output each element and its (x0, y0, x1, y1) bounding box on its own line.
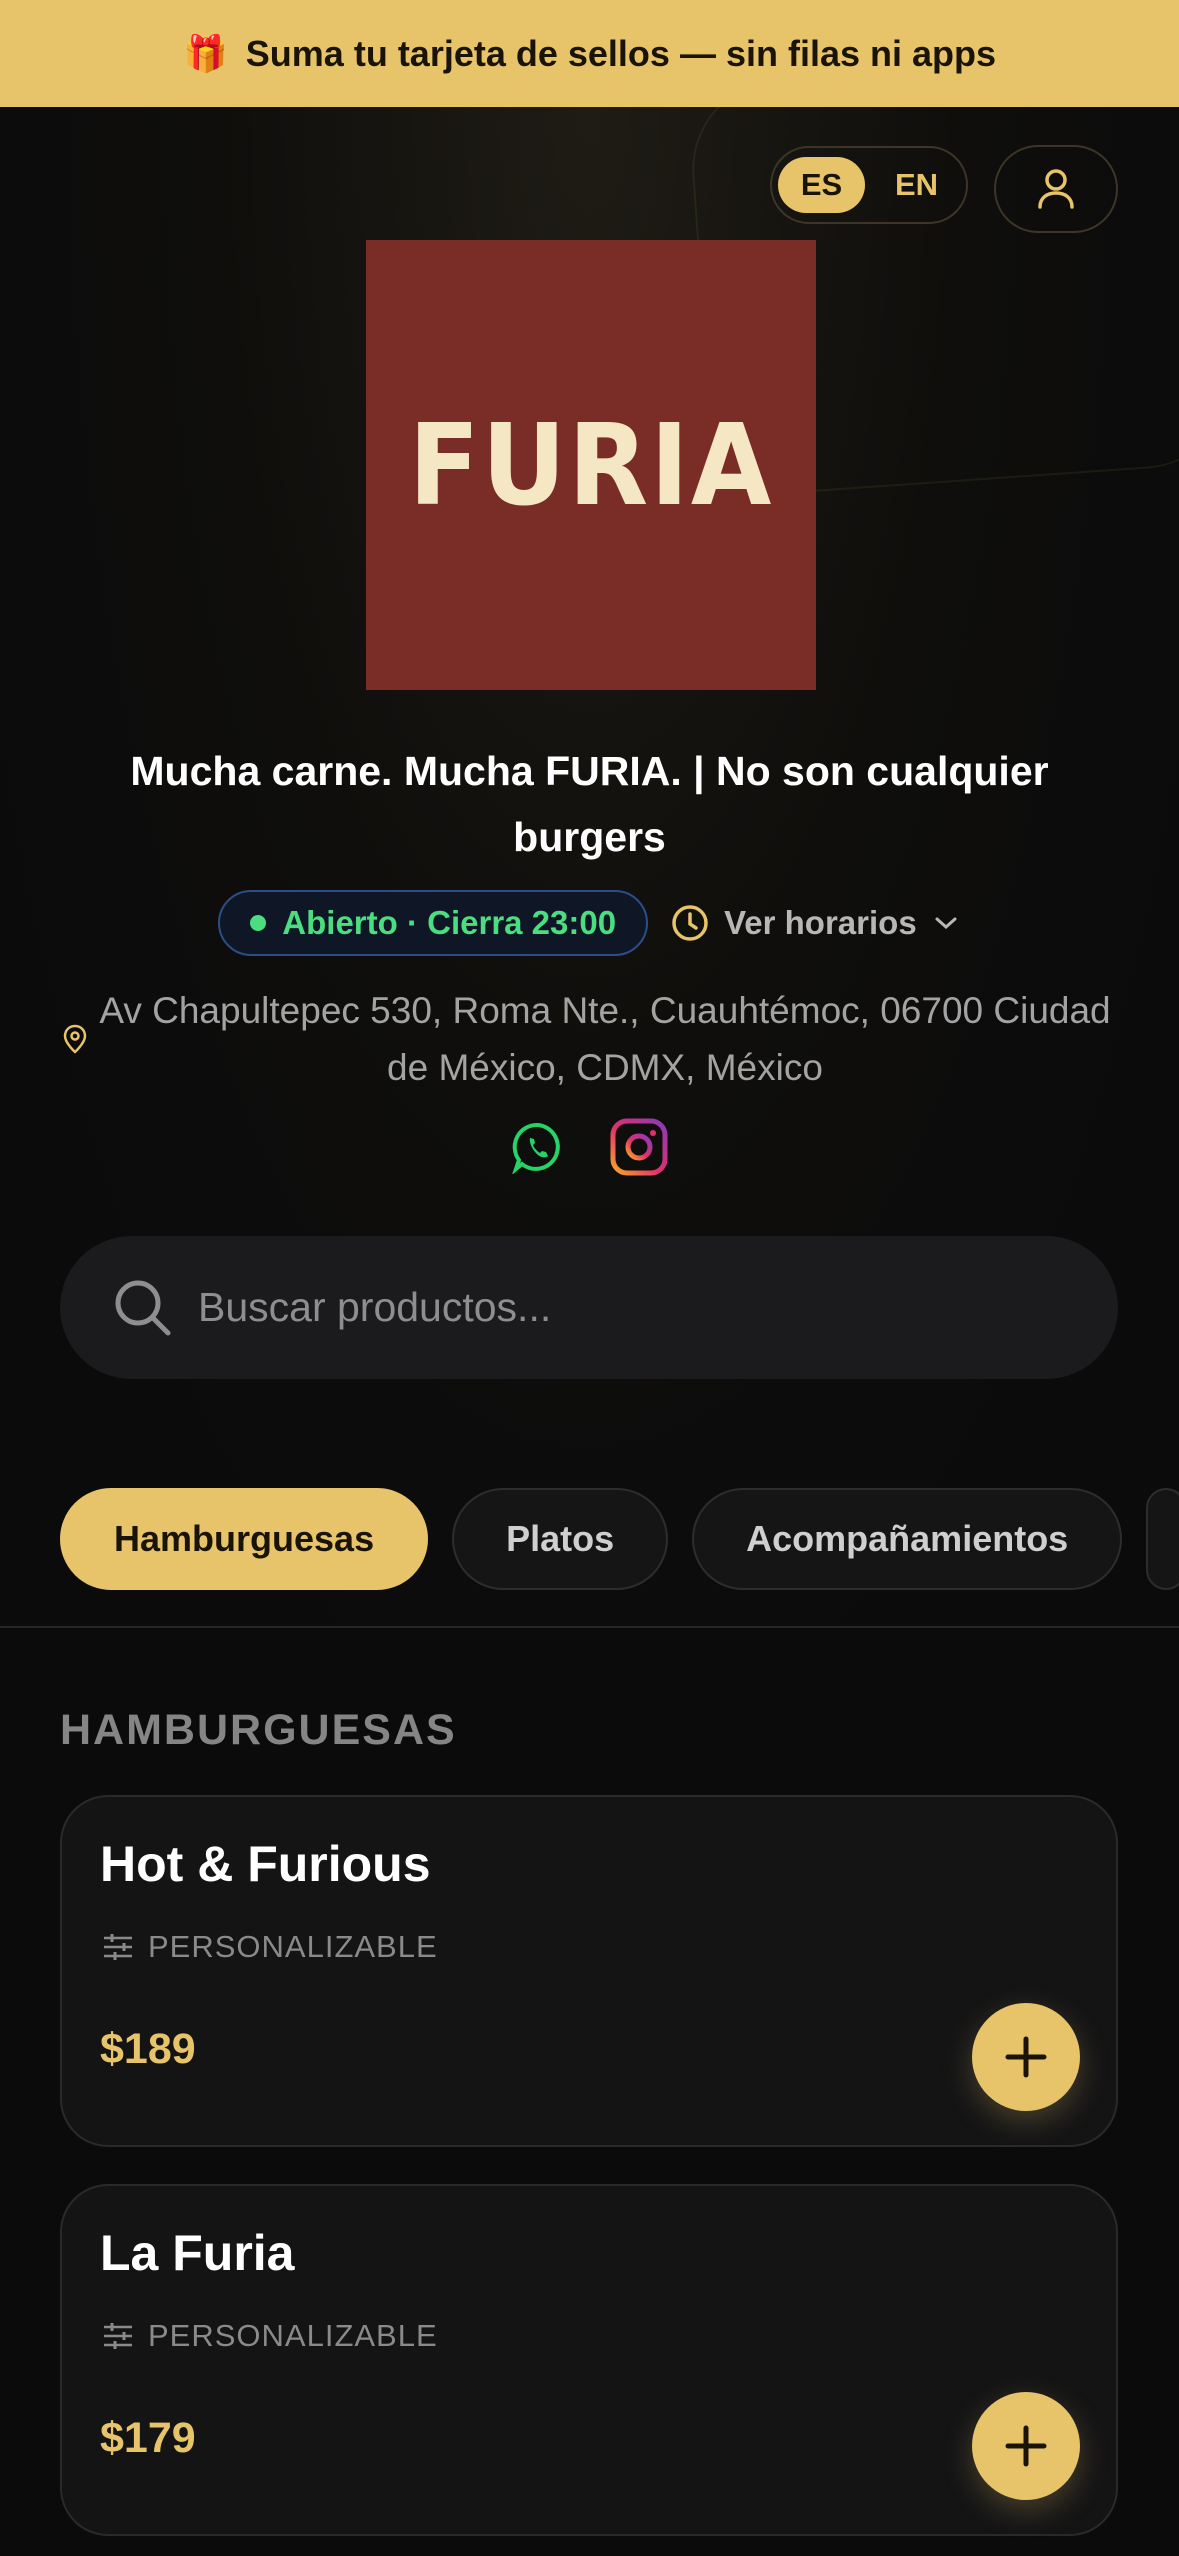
logo-text: FURIA (408, 399, 774, 531)
divider (0, 1626, 1179, 1628)
plus-icon (1005, 2425, 1047, 2467)
chevron-down-icon (935, 917, 957, 930)
product-card[interactable]: La Furia PERSONALIZABLE $179 (60, 2184, 1118, 2536)
address-row[interactable]: Av Chapultepec 530, Roma Nte., Cuauhtémo… (60, 982, 1120, 1096)
restaurant-tagline: Mucha carne. Mucha FURIA. | No son cualq… (130, 748, 1049, 860)
search-input[interactable] (196, 1283, 1060, 1332)
tab-hamburguesas[interactable]: Hamburguesas (60, 1488, 429, 1590)
whatsapp-icon[interactable] (511, 1120, 565, 1174)
plus-icon (1005, 2036, 1047, 2078)
add-to-cart-button[interactable] (972, 2392, 1080, 2500)
promo-banner[interactable]: 🎁 Suma tu tarjeta de sellos — sin filas … (0, 0, 1179, 107)
tab-platos[interactable]: Platos (452, 1488, 669, 1590)
customizable-label: PERSONALIZABLE (148, 1929, 438, 1964)
view-hours-label: Ver horarios (724, 904, 917, 941)
address-text: Av Chapultepec 530, Roma Nte., Cuauhtémo… (99, 990, 1111, 1088)
location-pin-icon (63, 1024, 87, 1054)
customizable-tag: PERSONALIZABLE (102, 1929, 438, 1965)
user-icon (1038, 169, 1074, 209)
product-name: La Furia (100, 2225, 295, 2281)
instagram-icon[interactable] (609, 1117, 669, 1177)
gift-icon: 🎁 (182, 32, 228, 74)
search-bar[interactable] (60, 1236, 1118, 1379)
tab-acompanamientos[interactable]: Acompañamientos (692, 1488, 1123, 1590)
status-dot (250, 915, 267, 931)
customizable-label: PERSONALIZABLE (148, 2318, 438, 2353)
language-option-en[interactable]: EN (873, 157, 960, 213)
view-hours-button[interactable]: Ver horarios (670, 903, 961, 943)
section-title: HAMBURGUESAS (60, 1706, 457, 1754)
tab-more[interactable] (1146, 1488, 1179, 1590)
open-status-text: Abierto · Cierra 23:00 (282, 904, 617, 941)
promo-banner-text: Suma tu tarjeta de sellos — sin filas ni… (245, 32, 997, 74)
language-option-es[interactable]: ES (778, 157, 865, 213)
status-row: Abierto · Cierra 23:00 Ver horarios (0, 888, 1179, 958)
sliders-icon (104, 2323, 132, 2349)
product-price: $179 (100, 2414, 196, 2462)
clock-icon (672, 905, 708, 941)
category-tabs: Hamburguesas Platos Acompañamientos (60, 1488, 1179, 1590)
open-status-badge: Abierto · Cierra 23:00 (218, 890, 649, 956)
product-price: $189 (100, 2025, 196, 2073)
restaurant-logo: FURIA (366, 240, 816, 690)
language-switcher[interactable]: ES EN (770, 146, 968, 224)
user-account-button[interactable] (994, 145, 1118, 233)
social-links (0, 1112, 1179, 1182)
product-card[interactable]: Hot & Furious PERSONALIZABLE $189 (60, 1795, 1118, 2147)
customizable-tag: PERSONALIZABLE (102, 2318, 438, 2354)
search-icon (115, 1280, 171, 1335)
sliders-icon (104, 1934, 132, 1960)
add-to-cart-button[interactable] (972, 2003, 1080, 2111)
product-name: Hot & Furious (100, 1836, 431, 1892)
